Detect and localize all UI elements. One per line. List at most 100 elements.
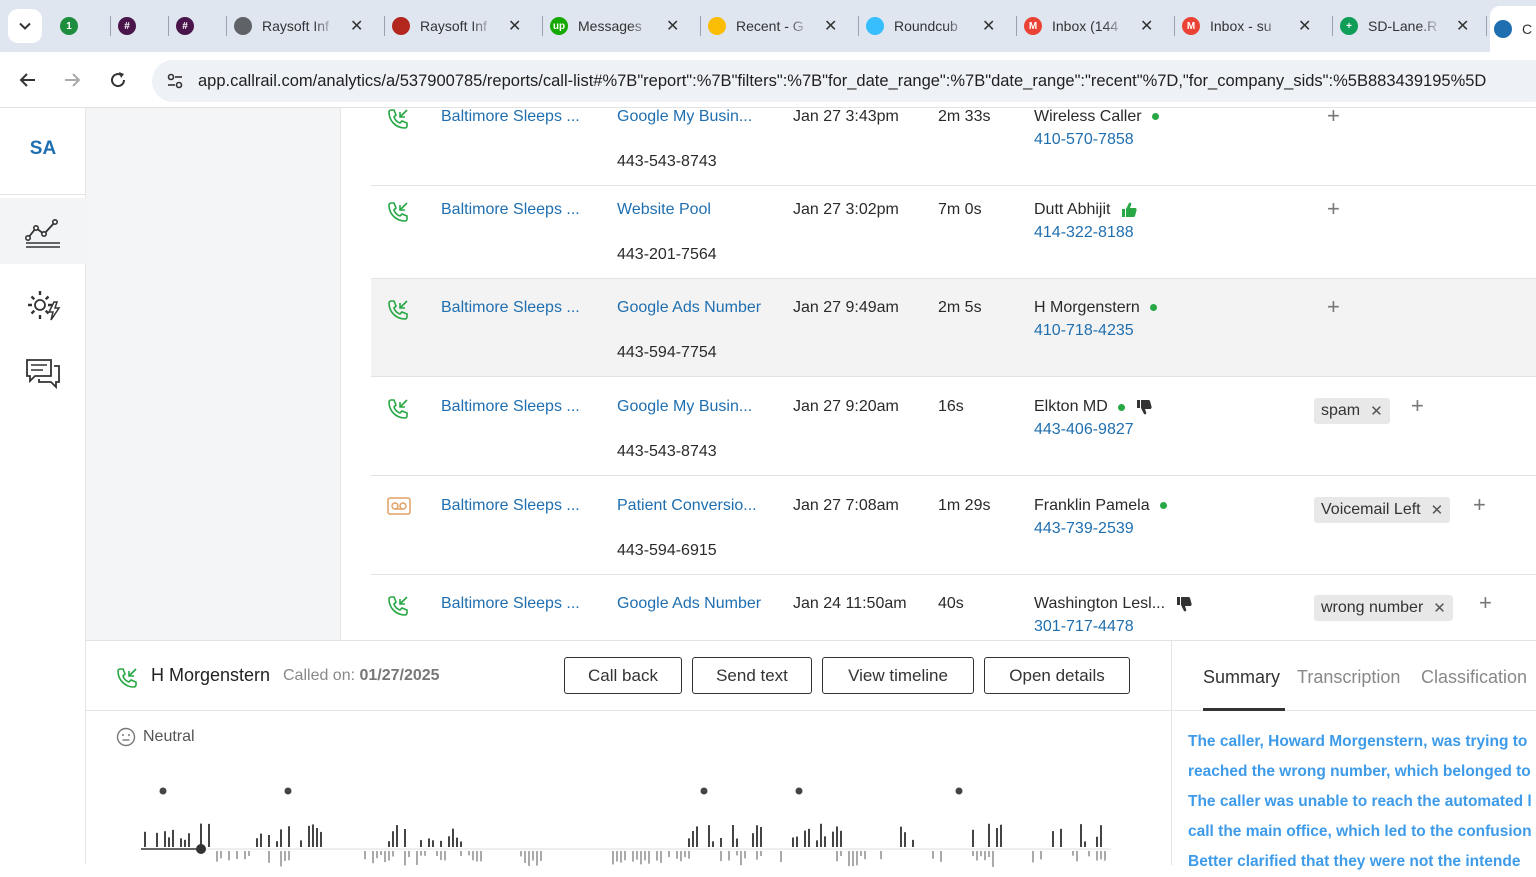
tracking-source[interactable]: Google Ads Number	[617, 595, 761, 613]
browser-tab[interactable]: Raysoft Inf ✕	[230, 8, 363, 44]
tracking-source[interactable]: Website Pool	[617, 201, 711, 219]
call-duration: 40s	[938, 595, 964, 612]
address-bar[interactable]: app.callrail.com/analytics/a/537900785/r…	[152, 60, 1536, 102]
playhead-handle[interactable]	[196, 844, 206, 854]
caller-phone[interactable]: 410-718-4235	[1034, 322, 1134, 340]
keyword-marker[interactable]	[284, 787, 292, 795]
nav-messages[interactable]	[0, 340, 86, 406]
browser-tab[interactable]: C	[1490, 6, 1536, 52]
caller-cell[interactable]: Dutt Abhijit	[1034, 201, 1138, 219]
analytics-icon	[25, 219, 60, 248]
tab-close-icon[interactable]: ✕	[1140, 16, 1153, 36]
browser-tab[interactable]: M Inbox (144 ✕	[1020, 8, 1153, 44]
remove-tag-icon[interactable]: ✕	[1431, 501, 1444, 519]
view-timeline-button[interactable]: View timeline	[822, 657, 974, 694]
send-text-button[interactable]: Send text	[692, 657, 812, 694]
caller-phone[interactable]: 301-717-4478	[1034, 618, 1134, 636]
tracking-number: 443-201-7564	[617, 246, 717, 263]
thumbs-down-icon[interactable]	[1125, 398, 1153, 415]
tracking-source[interactable]: Google Ads Number	[617, 299, 761, 317]
tab-close-icon[interactable]: ✕	[1298, 16, 1311, 36]
keyword-marker[interactable]	[955, 787, 963, 795]
browser-tab[interactable]: M Inbox - su ✕	[1178, 8, 1311, 44]
keyword-marker[interactable]	[159, 787, 167, 795]
caller-phone[interactable]: 443-739-2539	[1034, 520, 1134, 538]
table-row[interactable]: Baltimore Sleeps ... Google My Busin... 44…	[371, 108, 1536, 186]
tab-close-icon[interactable]: ✕	[350, 16, 363, 36]
tab-separator	[1332, 16, 1333, 36]
add-tag-icon[interactable]: +	[1479, 590, 1492, 616]
company-name[interactable]: Baltimore Sleeps ...	[441, 201, 580, 219]
table-row[interactable]: Baltimore Sleeps ... Website Pool 443-201-…	[371, 181, 1536, 279]
company-name[interactable]: Baltimore Sleeps ...	[441, 108, 580, 126]
tab-classification[interactable]: Classification	[1421, 667, 1527, 688]
add-tag-icon[interactable]: +	[1473, 492, 1486, 518]
browser-tab[interactable]: Roundcub ✕	[862, 8, 995, 44]
account-logo[interactable]: SA	[0, 138, 86, 160]
table-row[interactable]: Baltimore Sleeps ... Patient Conversio...…	[371, 477, 1536, 575]
nav-settings[interactable]	[0, 272, 86, 338]
browser-tab[interactable]: #	[114, 8, 146, 44]
tracking-source[interactable]: Google My Busin...	[617, 108, 752, 126]
company-name[interactable]: Baltimore Sleeps ...	[441, 497, 580, 515]
call-duration: 2m 5s	[938, 299, 982, 316]
inbound-call-icon	[117, 668, 137, 688]
keyword-marker[interactable]	[700, 787, 708, 795]
open-details-button[interactable]: Open details	[984, 657, 1130, 694]
caller-cell[interactable]: Wireless Caller	[1034, 108, 1159, 126]
reload-button[interactable]	[100, 62, 136, 98]
caller-cell[interactable]: Franklin Pamela	[1034, 497, 1167, 515]
browser-tab[interactable]: Recent - G ✕	[704, 8, 837, 44]
tab-summary[interactable]: Summary	[1203, 667, 1280, 688]
voicemail-icon	[387, 497, 411, 519]
remove-tag-icon[interactable]: ✕	[1370, 402, 1383, 420]
browser-tab[interactable]: up Messages ✕	[546, 8, 679, 44]
tab-close-icon[interactable]: ✕	[1456, 16, 1469, 36]
caller-cell[interactable]: Elkton MD	[1034, 398, 1153, 416]
caller-cell[interactable]: Washington Lesl...	[1034, 595, 1193, 613]
add-tag-icon[interactable]: +	[1327, 108, 1340, 129]
browser-tab[interactable]: 1	[56, 8, 88, 44]
remove-tag-icon[interactable]: ✕	[1433, 599, 1446, 617]
browser-tab[interactable]: + SD-Lane.R ✕	[1336, 8, 1469, 44]
tab-close-icon[interactable]: ✕	[508, 16, 521, 36]
company-name[interactable]: Baltimore Sleeps ...	[441, 595, 580, 613]
caller-phone[interactable]: 414-322-8188	[1034, 224, 1134, 242]
forward-button[interactable]	[54, 62, 90, 98]
tab-separator	[858, 16, 859, 36]
detail-caller-name: H Morgenstern	[151, 665, 271, 685]
add-tag-icon[interactable]: +	[1327, 294, 1340, 320]
new-caller-dot	[1117, 403, 1125, 411]
tab-close-icon[interactable]: ✕	[982, 16, 995, 36]
call-back-button[interactable]: Call back	[564, 657, 682, 694]
call-audio-waveform[interactable]	[141, 779, 1121, 869]
tab-transcription[interactable]: Transcription	[1297, 667, 1400, 688]
tab-search-button[interactable]	[8, 9, 42, 43]
tab-close-icon[interactable]: ✕	[666, 16, 679, 36]
insights-tabs: Summary Transcription Classification	[1172, 641, 1536, 711]
site-settings-icon[interactable]	[164, 70, 186, 92]
call-duration: 7m 0s	[938, 201, 982, 218]
caller-phone[interactable]: 443-406-9827	[1034, 421, 1134, 439]
browser-tab[interactable]: #	[172, 8, 204, 44]
table-row[interactable]: Baltimore Sleeps ... Google Ads Number Jan…	[371, 575, 1536, 640]
callrail-app: SA Baltimore Sleeps ... Google My Busin.…	[0, 108, 1536, 870]
back-button[interactable]	[10, 62, 46, 98]
table-row[interactable]: Baltimore Sleeps ... Google Ads Number 443…	[371, 279, 1536, 377]
tab-close-icon[interactable]: ✕	[824, 16, 837, 36]
keyword-marker[interactable]	[795, 787, 803, 795]
thumbs-up-icon[interactable]	[1110, 201, 1138, 218]
tracking-source[interactable]: Google My Busin...	[617, 398, 752, 416]
caller-cell[interactable]: H Morgenstern	[1034, 299, 1157, 317]
table-row[interactable]: Baltimore Sleeps ... Google My Busin... 44…	[371, 378, 1536, 476]
caller-phone[interactable]: 410-570-7858	[1034, 131, 1134, 149]
nav-analytics[interactable]	[0, 198, 86, 264]
company-name[interactable]: Baltimore Sleeps ...	[441, 398, 580, 416]
browser-tab[interactable]: Raysoft Inf ✕	[388, 8, 521, 44]
call-duration: 1m 29s	[938, 497, 991, 514]
tracking-source[interactable]: Patient Conversio...	[617, 497, 757, 515]
company-name[interactable]: Baltimore Sleeps ...	[441, 299, 580, 317]
add-tag-icon[interactable]: +	[1327, 196, 1340, 222]
thumbs-down-icon[interactable]	[1165, 595, 1193, 612]
add-tag-icon[interactable]: +	[1411, 393, 1424, 419]
